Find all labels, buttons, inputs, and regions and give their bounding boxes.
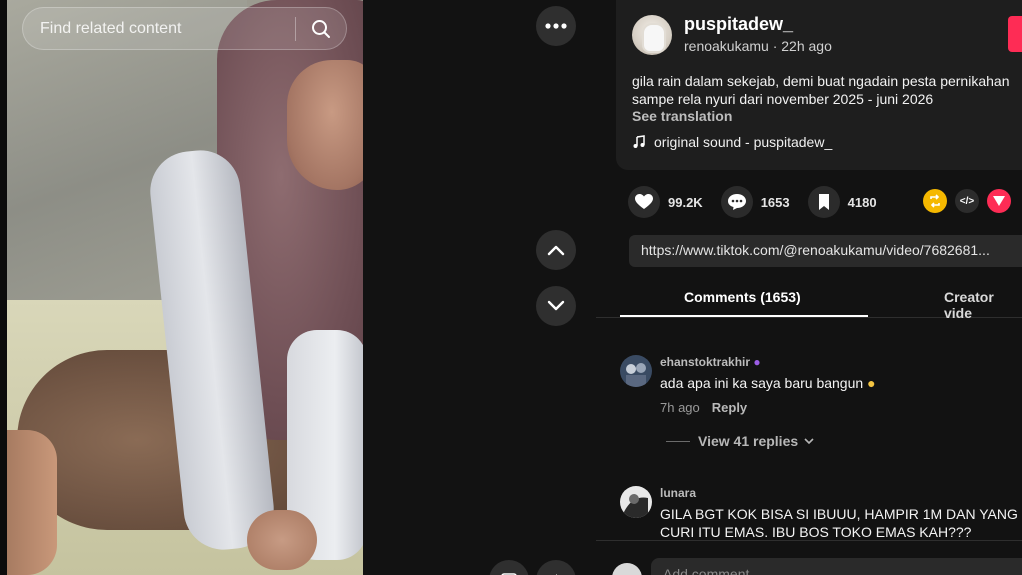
replies-divider	[666, 440, 690, 442]
comment-button[interactable]: 1653	[720, 186, 790, 218]
sound-label: original sound - puspitadew_	[654, 134, 833, 150]
devil-emoji-icon: ●	[753, 355, 761, 369]
picture-in-picture-button[interactable]	[489, 560, 529, 575]
search-button[interactable]	[296, 7, 346, 50]
details-panel: puspitadew_ renoakukamu · 22h ago gila r…	[596, 0, 1022, 575]
bookmark-icon	[807, 186, 840, 218]
post-description-line: sampe rela nyuri dari november 2025 - ju…	[632, 91, 934, 107]
search-icon	[312, 19, 330, 38]
next-video-button[interactable]	[536, 286, 576, 326]
more-icon	[545, 23, 567, 29]
author-handle-time: renoakukamu · 22h ago	[684, 38, 832, 54]
comment-username[interactable]: ehanstoktrakhir ●	[660, 355, 761, 369]
tab-creator-videos[interactable]: Creator vide	[944, 289, 1022, 321]
comment-username[interactable]: lunara	[660, 486, 696, 500]
comment-text-line: CURI ITU EMAS. IBU BOS TOKO EMAS KAH???	[660, 524, 972, 540]
search-input[interactable]: Find related content	[23, 20, 295, 38]
more-button[interactable]	[536, 6, 576, 46]
face-emoji-icon: ●	[867, 375, 876, 391]
share-options: </>	[923, 189, 1011, 213]
video-player[interactable]: Find related content	[0, 0, 363, 575]
comment-text: ada apa ini ka saya baru bangun ●	[660, 374, 876, 392]
see-translation-link[interactable]: See translation	[632, 108, 732, 124]
tab-comments[interactable]: Comments (1653)	[684, 289, 801, 305]
comment-count: 1653	[760, 194, 790, 210]
heart-icon	[628, 186, 660, 218]
chevron-down-icon	[804, 438, 814, 445]
active-tab-indicator	[620, 315, 868, 317]
embed-icon[interactable]: </>	[955, 189, 979, 213]
comment-text-line: GILA BGT KOK BISA SI IBUUU, HAMPIR 1M DA…	[660, 506, 1018, 522]
previous-video-button[interactable]	[536, 230, 576, 270]
author-card: puspitadew_ renoakukamu · 22h ago gila r…	[616, 0, 1022, 170]
comment-text: GILA BGT KOK BISA SI IBUUU, HAMPIR 1M DA…	[660, 505, 1018, 541]
comment-avatar[interactable]	[620, 486, 652, 518]
save-button[interactable]: 4180	[807, 186, 877, 218]
add-comment-bar: Add comment...	[596, 540, 1022, 575]
post-description-line: gila rain dalam sekejab, demi buat ngada…	[632, 73, 1010, 89]
sound-link[interactable]: original sound - puspitadew_	[632, 134, 832, 150]
music-note-icon	[633, 135, 645, 148]
save-count: 4180	[847, 194, 877, 210]
comment-time: 7h ago	[660, 400, 700, 415]
video-scene-leg	[7, 430, 57, 575]
mute-button[interactable]	[536, 560, 576, 575]
follow-button[interactable]	[1008, 16, 1022, 52]
current-user-avatar	[612, 563, 642, 575]
action-bar: 99.2K 1653 4180	[628, 186, 895, 218]
copy-link-field[interactable]: https://www.tiktok.com/@renoakukamu/vide…	[629, 235, 1022, 267]
add-comment-input[interactable]: Add comment...	[651, 558, 1022, 575]
chevron-down-icon	[547, 300, 565, 311]
chevron-up-icon	[547, 245, 565, 256]
author-avatar[interactable]	[632, 15, 672, 55]
video-scene-face	[287, 60, 363, 190]
comment-icon	[720, 186, 753, 218]
author-username[interactable]: puspitadew_	[684, 14, 793, 35]
like-count: 99.2K	[668, 194, 703, 210]
post-description: gila rain dalam sekejab, demi buat ngada…	[632, 72, 1009, 108]
view-replies-label: View 41 replies	[698, 433, 799, 449]
tab-bar: Comments (1653) Creator vide	[596, 280, 1022, 321]
like-button[interactable]: 99.2K	[628, 186, 703, 218]
view-replies-button[interactable]: View 41 replies	[666, 433, 814, 449]
video-frame	[7, 0, 363, 575]
reply-button[interactable]: Reply	[712, 400, 747, 415]
video-scene-hand	[247, 510, 317, 570]
comment-meta: 7h ago Reply	[660, 400, 747, 415]
comment-username-text: ehanstoktrakhir	[660, 355, 751, 369]
send-icon[interactable]	[987, 189, 1011, 213]
search-bar[interactable]: Find related content	[22, 7, 347, 50]
comment-text-body: ada apa ini ka saya baru bangun	[660, 375, 864, 391]
repost-icon[interactable]	[923, 189, 947, 213]
comment-avatar[interactable]	[620, 355, 652, 387]
